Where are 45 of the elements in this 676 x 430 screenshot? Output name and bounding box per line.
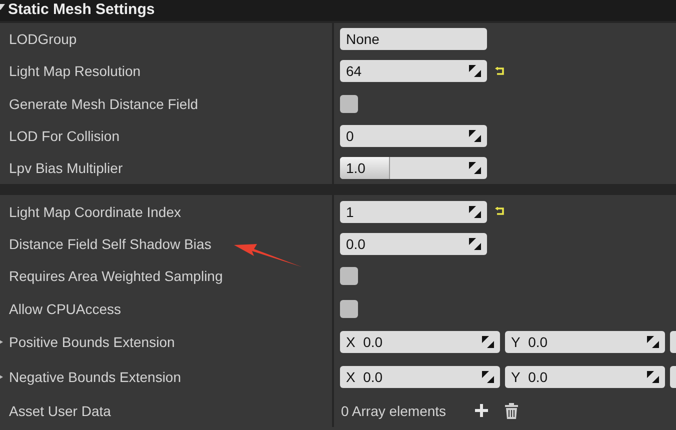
array-count: 0 Array elements [341, 402, 446, 419]
section-title: Static Mesh Settings [8, 1, 155, 19]
property-label: Distance Field Self Shadow Bias [9, 236, 212, 252]
trash-icon[interactable] [505, 402, 518, 419]
section-header[interactable]: Static Mesh Settings [0, 0, 676, 21]
arrow-annotation [234, 242, 304, 270]
dropdown[interactable]: None [340, 28, 487, 50]
drag-handle-icon[interactable] [469, 206, 481, 218]
property-label: Allow CPUAccess [9, 300, 122, 317]
slider-field[interactable]: 1.0 [340, 157, 487, 180]
checkbox[interactable] [340, 94, 358, 113]
drag-handle-icon[interactable] [647, 371, 659, 384]
collapse-icon[interactable] [0, 3, 5, 11]
reset-arrow-icon[interactable] [495, 66, 505, 76]
expander-icon[interactable] [0, 374, 3, 380]
property-label: Lpv Bias Multiplier [9, 160, 123, 176]
drag-handle-icon[interactable] [482, 336, 494, 348]
number-field[interactable]: 0.0 [340, 232, 487, 255]
drag-handle-icon[interactable] [482, 371, 494, 384]
property-label: Generate Mesh Distance Field [9, 96, 198, 112]
drag-handle-icon[interactable] [647, 336, 659, 348]
drag-handle-icon[interactable] [469, 130, 481, 142]
property-label: LODGroup [9, 31, 77, 48]
number-field[interactable]: Y 0.0 [505, 331, 665, 354]
checkbox[interactable] [340, 300, 358, 318]
number-field[interactable]: Y 0.0 [505, 366, 665, 388]
number-field[interactable]: 64 [340, 60, 487, 82]
number-field[interactable]: X 0.0 [340, 331, 500, 354]
number-field[interactable]: 0 [340, 125, 487, 148]
drag-handle-icon[interactable] [469, 238, 481, 250]
drag-handle-icon[interactable] [469, 162, 481, 174]
property-label: Negative Bounds Extension [9, 369, 181, 386]
property-label: Requires Area Weighted Sampling [9, 268, 223, 284]
number-field[interactable]: X 0.0 [340, 366, 500, 388]
property-label: Light Map Resolution [9, 63, 141, 80]
expander-icon[interactable] [0, 339, 3, 346]
reset-arrow-icon[interactable] [495, 207, 505, 216]
number-field[interactable]: 1 [340, 200, 487, 223]
checkbox[interactable] [340, 267, 358, 286]
property-label: LOD For Collision [9, 128, 120, 144]
property-label: Asset User Data [9, 402, 111, 419]
property-label: Positive Bounds Extension [9, 334, 175, 350]
add-icon[interactable] [475, 404, 488, 418]
property-label: Light Map Coordinate Index [9, 204, 181, 220]
drag-handle-icon[interactable] [469, 65, 481, 78]
